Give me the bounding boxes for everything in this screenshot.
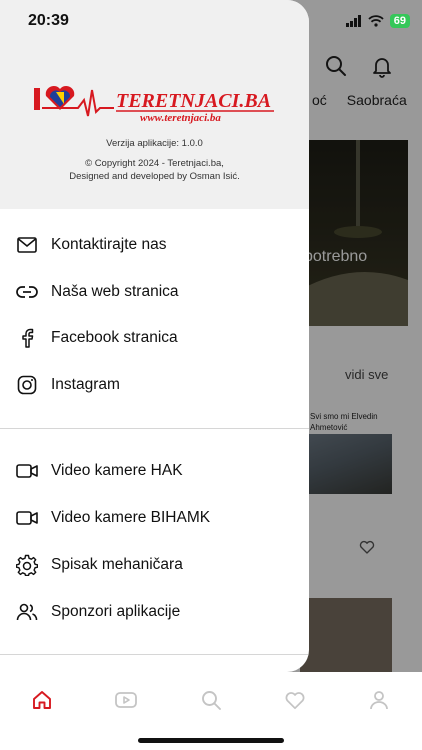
- logo-brand-text: TERETNJACI.BA: [116, 90, 271, 112]
- menu-item-label: Instagram: [51, 376, 120, 393]
- menu-item-label: Spisak mehaničara: [51, 556, 183, 573]
- instagram-icon: [16, 374, 38, 396]
- navigation-drawer: TERETNJACI.BA www.teretnjaci.ba Verzija …: [0, 0, 309, 672]
- menu-item-bihamk-cameras[interactable]: Video kamere BIHAMK: [0, 496, 309, 540]
- menu-item-label: Video kamere BIHAMK: [51, 509, 211, 526]
- gear-icon: [16, 554, 38, 576]
- menu-item-contact[interactable]: Kontaktirajte nas: [0, 223, 309, 267]
- signal-icon: [345, 15, 361, 27]
- status-bar: 20:39 69: [0, 0, 422, 40]
- video-play-icon[interactable]: [112, 686, 140, 714]
- menu-item-website[interactable]: Naša web stranica: [0, 270, 309, 314]
- menu-item-sponsors[interactable]: Sponzori aplikacije: [0, 590, 309, 634]
- facebook-icon: [16, 327, 38, 349]
- mail-icon: [16, 234, 38, 256]
- menu-item-label: Video kamere HAK: [51, 462, 183, 479]
- home-indicator: [138, 738, 284, 743]
- developer-credit: Designed and developed by Osman Isić.: [69, 171, 240, 182]
- link-icon: [16, 281, 38, 303]
- heart-icon[interactable]: [281, 686, 309, 714]
- menu-divider: [0, 428, 309, 429]
- status-indicators: 69: [345, 14, 410, 28]
- menu-item-label: Sponzori aplikacije: [51, 603, 181, 620]
- wifi-icon: [368, 15, 384, 27]
- app-version: Verzija aplikacije: 1.0.0: [106, 138, 203, 149]
- menu-item-instagram[interactable]: Instagram: [0, 363, 309, 407]
- video-camera-icon: [16, 507, 38, 529]
- menu-item-label: Naša web stranica: [51, 283, 179, 300]
- battery-indicator: 69: [389, 14, 410, 28]
- menu-item-facebook[interactable]: Facebook stranica: [0, 316, 309, 360]
- teretnjaci-logo: TERETNJACI.BA www.teretnjaci.ba: [34, 85, 274, 124]
- logo-url-text: www.teretnjaci.ba: [140, 112, 221, 124]
- copyright-text: © Copyright 2024 - Teretnjaci.ba, Design…: [0, 157, 309, 183]
- menu-item-label: Kontaktirajte nas: [51, 236, 167, 253]
- search-icon[interactable]: [197, 686, 225, 714]
- menu-item-hak-cameras[interactable]: Video kamere HAK: [0, 449, 309, 493]
- menu-divider: [0, 654, 309, 655]
- status-time: 20:39: [28, 12, 69, 29]
- video-camera-icon: [16, 460, 38, 482]
- menu-item-label: Facebook stranica: [51, 329, 178, 346]
- copyright-line: © Copyright 2024 - Teretnjaci.ba,: [85, 158, 224, 169]
- profile-icon[interactable]: [365, 686, 393, 714]
- home-icon[interactable]: [28, 686, 56, 714]
- users-icon: [16, 601, 38, 623]
- menu-item-mechanics[interactable]: Spisak mehaničara: [0, 543, 309, 587]
